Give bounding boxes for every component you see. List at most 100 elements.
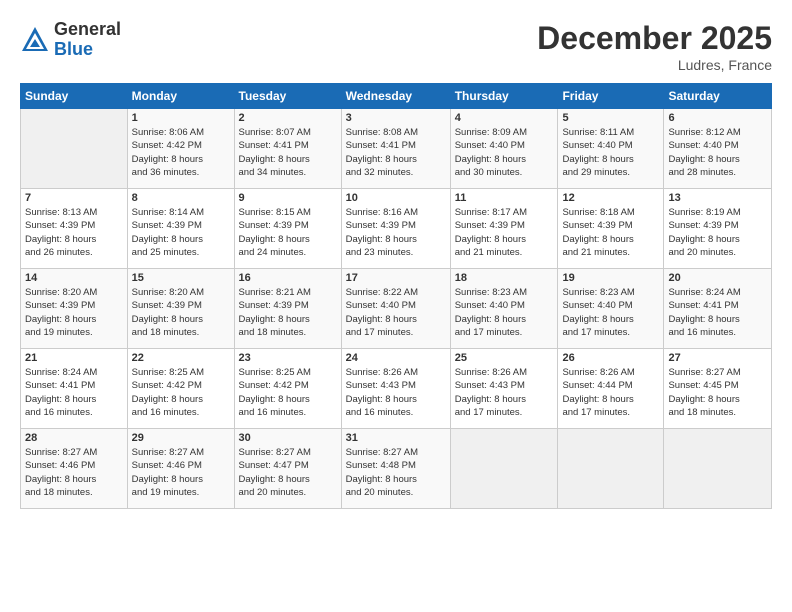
day-info: Sunrise: 8:25 AM Sunset: 4:42 PM Dayligh… xyxy=(132,366,230,419)
col-sunday: Sunday xyxy=(21,84,128,109)
day-info: Sunrise: 8:23 AM Sunset: 4:40 PM Dayligh… xyxy=(455,286,554,339)
day-cell xyxy=(450,429,558,509)
col-thursday: Thursday xyxy=(450,84,558,109)
day-number: 9 xyxy=(239,192,337,204)
day-number: 21 xyxy=(25,352,123,364)
col-tuesday: Tuesday xyxy=(234,84,341,109)
day-info: Sunrise: 8:20 AM Sunset: 4:39 PM Dayligh… xyxy=(132,286,230,339)
day-number: 17 xyxy=(346,272,446,284)
day-number: 31 xyxy=(346,432,446,444)
day-number: 3 xyxy=(346,112,446,124)
week-row-0: 1Sunrise: 8:06 AM Sunset: 4:42 PM Daylig… xyxy=(21,109,772,189)
day-number: 1 xyxy=(132,112,230,124)
day-cell: 20Sunrise: 8:24 AM Sunset: 4:41 PM Dayli… xyxy=(664,269,772,349)
day-cell: 15 Sunrise: 8:20 AM Sunset: 4:39 PM Dayli… xyxy=(127,269,234,349)
day-info: Sunrise: 8:27 AM Sunset: 4:46 PM Dayligh… xyxy=(25,446,123,499)
day-number: 28 xyxy=(25,432,123,444)
week-row-1: 7 Sunrise: 8:13 AM Sunset: 4:39 PM Daylig… xyxy=(21,189,772,269)
day-number: 5 xyxy=(562,112,659,124)
day-cell: 6 Sunrise: 8:12 AM Sunset: 4:40 PM Daylig… xyxy=(664,109,772,189)
day-cell: 31 Sunrise: 8:27 AM Sunset: 4:48 PM Dayli… xyxy=(341,429,450,509)
day-info: Sunrise: 8:12 AM Sunset: 4:40 PM Dayligh… xyxy=(668,126,767,179)
day-info: Sunrise: 8:14 AM Sunset: 4:39 PM Dayligh… xyxy=(132,206,230,259)
day-cell: 18 Sunrise: 8:23 AM Sunset: 4:40 PM Dayli… xyxy=(450,269,558,349)
day-info: Sunrise: 8:15 AM Sunset: 4:39 PM Dayligh… xyxy=(239,206,337,259)
day-info: Sunrise: 8:08 AM Sunset: 4:41 PM Dayligh… xyxy=(346,126,446,179)
day-cell xyxy=(664,429,772,509)
day-number: 18 xyxy=(455,272,554,284)
day-number: 14 xyxy=(25,272,123,284)
day-number: 11 xyxy=(455,192,554,204)
day-cell: 29 Sunrise: 8:27 AM Sunset: 4:46 PM Dayli… xyxy=(127,429,234,509)
day-info: Sunrise: 8:27 AM Sunset: 4:45 PM Dayligh… xyxy=(668,366,767,419)
day-info: Sunrise: 8:09 AM Sunset: 4:40 PM Dayligh… xyxy=(455,126,554,179)
day-cell: 1Sunrise: 8:06 AM Sunset: 4:42 PM Daylig… xyxy=(127,109,234,189)
logo-blue: Blue xyxy=(54,40,121,60)
day-number: 15 xyxy=(132,272,230,284)
col-wednesday: Wednesday xyxy=(341,84,450,109)
day-number: 2 xyxy=(239,112,337,124)
day-number: 27 xyxy=(668,352,767,364)
week-row-3: 21 Sunrise: 8:24 AM Sunset: 4:41 PM Dayli… xyxy=(21,349,772,429)
day-cell: 23 Sunrise: 8:25 AM Sunset: 4:42 PM Dayli… xyxy=(234,349,341,429)
col-friday: Friday xyxy=(558,84,664,109)
day-number: 24 xyxy=(346,352,446,364)
week-row-4: 28 Sunrise: 8:27 AM Sunset: 4:46 PM Dayli… xyxy=(21,429,772,509)
day-number: 26 xyxy=(562,352,659,364)
day-info: Sunrise: 8:16 AM Sunset: 4:39 PM Dayligh… xyxy=(346,206,446,259)
day-info: Sunrise: 8:25 AM Sunset: 4:42 PM Dayligh… xyxy=(239,366,337,419)
day-cell: 3 Sunrise: 8:08 AM Sunset: 4:41 PM Daylig… xyxy=(341,109,450,189)
page: General Blue December 2025 Ludres, Franc… xyxy=(0,0,792,612)
header-row: Sunday Monday Tuesday Wednesday Thursday… xyxy=(21,84,772,109)
day-cell: 8 Sunrise: 8:14 AM Sunset: 4:39 PM Daylig… xyxy=(127,189,234,269)
day-info: Sunrise: 8:18 AM Sunset: 4:39 PM Dayligh… xyxy=(562,206,659,259)
day-cell: 12 Sunrise: 8:18 AM Sunset: 4:39 PM Dayli… xyxy=(558,189,664,269)
day-info: Sunrise: 8:26 AM Sunset: 4:44 PM Dayligh… xyxy=(562,366,659,419)
day-cell: 25 Sunrise: 8:26 AM Sunset: 4:43 PM Dayli… xyxy=(450,349,558,429)
col-saturday: Saturday xyxy=(664,84,772,109)
day-cell: 26 Sunrise: 8:26 AM Sunset: 4:44 PM Dayli… xyxy=(558,349,664,429)
day-info: Sunrise: 8:27 AM Sunset: 4:46 PM Dayligh… xyxy=(132,446,230,499)
day-cell: 27 Sunrise: 8:27 AM Sunset: 4:45 PM Dayli… xyxy=(664,349,772,429)
day-number: 4 xyxy=(455,112,554,124)
day-info: Sunrise: 8:26 AM Sunset: 4:43 PM Dayligh… xyxy=(455,366,554,419)
day-info: Sunrise: 8:21 AM Sunset: 4:39 PM Dayligh… xyxy=(239,286,337,339)
day-number: 23 xyxy=(239,352,337,364)
day-info: Sunrise: 8:27 AM Sunset: 4:48 PM Dayligh… xyxy=(346,446,446,499)
day-info: Sunrise: 8:27 AM Sunset: 4:47 PM Dayligh… xyxy=(239,446,337,499)
logo-text: General Blue xyxy=(54,20,121,60)
month-title: December 2025 xyxy=(537,20,772,57)
logo-icon xyxy=(20,25,50,55)
title-block: December 2025 Ludres, France xyxy=(537,20,772,73)
day-cell: 17 Sunrise: 8:22 AM Sunset: 4:40 PM Dayli… xyxy=(341,269,450,349)
day-cell: 5Sunrise: 8:11 AM Sunset: 4:40 PM Daylig… xyxy=(558,109,664,189)
day-cell: 30 Sunrise: 8:27 AM Sunset: 4:47 PM Dayli… xyxy=(234,429,341,509)
week-row-2: 14 Sunrise: 8:20 AM Sunset: 4:39 PM Dayli… xyxy=(21,269,772,349)
day-cell: 21 Sunrise: 8:24 AM Sunset: 4:41 PM Dayli… xyxy=(21,349,128,429)
day-info: Sunrise: 8:22 AM Sunset: 4:40 PM Dayligh… xyxy=(346,286,446,339)
day-number: 16 xyxy=(239,272,337,284)
day-info: Sunrise: 8:23 AM Sunset: 4:40 PM Dayligh… xyxy=(562,286,659,339)
location: Ludres, France xyxy=(537,57,772,73)
day-number: 30 xyxy=(239,432,337,444)
day-cell: 9 Sunrise: 8:15 AM Sunset: 4:39 PM Daylig… xyxy=(234,189,341,269)
day-number: 7 xyxy=(25,192,123,204)
day-number: 29 xyxy=(132,432,230,444)
day-number: 25 xyxy=(455,352,554,364)
logo-general: General xyxy=(54,20,121,40)
day-number: 8 xyxy=(132,192,230,204)
day-number: 12 xyxy=(562,192,659,204)
day-cell: 10 Sunrise: 8:16 AM Sunset: 4:39 PM Dayli… xyxy=(341,189,450,269)
day-cell: 19 Sunrise: 8:23 AM Sunset: 4:40 PM Dayli… xyxy=(558,269,664,349)
day-info: Sunrise: 8:07 AM Sunset: 4:41 PM Dayligh… xyxy=(239,126,337,179)
day-info: Sunrise: 8:26 AM Sunset: 4:43 PM Dayligh… xyxy=(346,366,446,419)
day-cell: 28 Sunrise: 8:27 AM Sunset: 4:46 PM Dayli… xyxy=(21,429,128,509)
day-number: 10 xyxy=(346,192,446,204)
logo: General Blue xyxy=(20,20,121,60)
day-info: Sunrise: 8:13 AM Sunset: 4:39 PM Dayligh… xyxy=(25,206,123,259)
day-info: Sunrise: 8:24 AM Sunset: 4:41 PM Dayligh… xyxy=(25,366,123,419)
calendar-table: Sunday Monday Tuesday Wednesday Thursday… xyxy=(20,83,772,509)
day-number: 6 xyxy=(668,112,767,124)
day-info: Sunrise: 8:20 AM Sunset: 4:39 PM Dayligh… xyxy=(25,286,123,339)
day-number: 19 xyxy=(562,272,659,284)
